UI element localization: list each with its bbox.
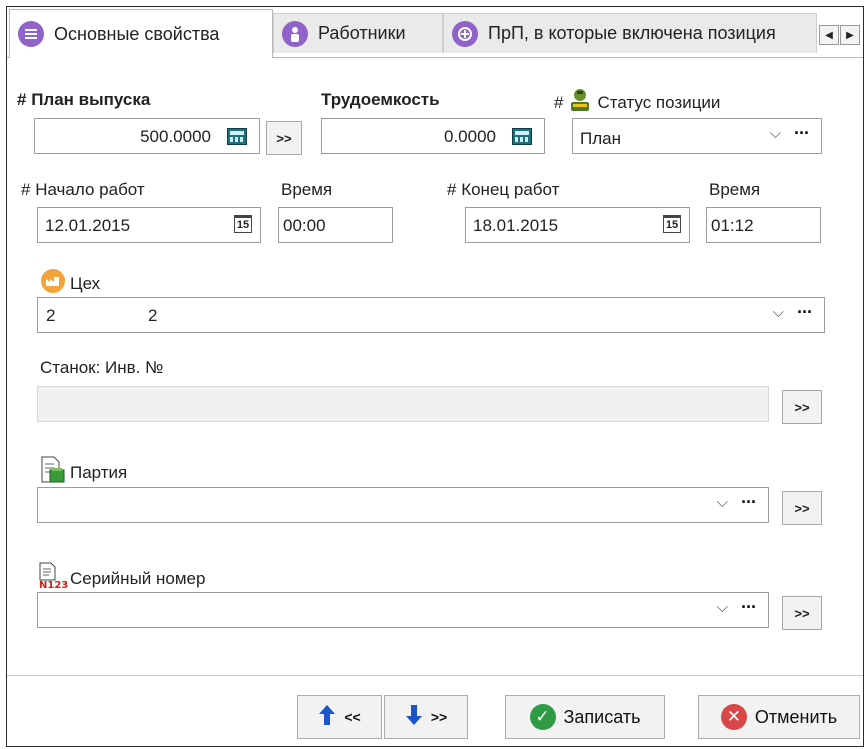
status-label: # Статус позиции bbox=[554, 88, 720, 117]
plan-value: 500.0000 bbox=[140, 127, 211, 146]
end-label-text: Конец работ bbox=[461, 180, 560, 199]
batch-label-text: Партия bbox=[70, 462, 128, 482]
chevron-down-icon[interactable]: ⌵ bbox=[717, 494, 728, 511]
serial-select[interactable]: ⌵ ··· bbox=[37, 592, 769, 628]
start-time-label: Время bbox=[281, 180, 333, 199]
machine-field bbox=[37, 386, 769, 422]
status-label-text: Статус позиции bbox=[597, 92, 721, 112]
next-label: >> bbox=[430, 709, 448, 725]
plan-label: # План выпуска bbox=[17, 90, 150, 110]
required-marker: # bbox=[447, 180, 457, 199]
machine-label: Станок: Инв. № bbox=[40, 358, 164, 377]
tab-bar: Основные свойства Работники ПрП, в котор… bbox=[7, 7, 863, 58]
arrow-down-icon bbox=[405, 704, 423, 731]
calculator-icon[interactable] bbox=[512, 128, 532, 145]
cancel-button[interactable]: ✕ Отменить bbox=[698, 695, 860, 739]
serial-go-button[interactable]: >> bbox=[782, 596, 822, 630]
tab-scroll-right-button[interactable]: ▶ bbox=[840, 25, 860, 45]
machine-go-button[interactable]: >> bbox=[782, 390, 822, 424]
end-time-value: 01:12 bbox=[711, 216, 754, 235]
list-icon bbox=[18, 21, 44, 47]
start-label-text: Начало работ bbox=[35, 180, 145, 199]
calendar-icon[interactable]: 15 bbox=[663, 215, 681, 233]
start-date-field[interactable]: 12.01.2015 15 bbox=[37, 207, 261, 243]
previous-label: << bbox=[344, 709, 361, 725]
chevron-down-icon[interactable]: ⌵ bbox=[773, 304, 784, 321]
check-icon: ✓ bbox=[529, 704, 556, 730]
more-button[interactable]: ··· bbox=[741, 597, 757, 618]
batch-doc-icon bbox=[40, 456, 66, 489]
previous-button[interactable]: << bbox=[297, 695, 382, 739]
batch-label: Партия bbox=[40, 456, 127, 489]
serial-label-text: Серийный номер bbox=[70, 568, 206, 588]
plan-label-text: План выпуска bbox=[31, 90, 151, 109]
cancel-label: Отменить bbox=[754, 706, 838, 727]
workshop-code: 2 bbox=[46, 306, 56, 325]
labor-value: 0.0000 bbox=[444, 127, 496, 146]
svg-text:N123: N123 bbox=[39, 580, 68, 590]
start-date-value: 12.01.2015 bbox=[45, 216, 131, 235]
end-time-field[interactable]: 01:12 bbox=[706, 207, 821, 243]
chevron-down-icon[interactable]: ⌵ bbox=[770, 125, 781, 142]
cancel-icon: ✕ bbox=[720, 704, 747, 730]
status-select[interactable]: План ⌵ ··· bbox=[572, 118, 822, 154]
end-label: # Конец работ bbox=[447, 180, 559, 200]
worker-icon bbox=[569, 88, 591, 117]
more-button[interactable]: ··· bbox=[794, 123, 810, 144]
workshop-label-text: Цех bbox=[70, 273, 101, 293]
more-button[interactable]: ··· bbox=[741, 492, 757, 513]
start-time-field[interactable]: 00:00 bbox=[278, 207, 393, 243]
chevron-down-icon[interactable]: ⌵ bbox=[717, 599, 728, 616]
factory-icon bbox=[40, 268, 66, 299]
serial-label: N123 Серийный номер bbox=[38, 562, 205, 595]
plan-go-button[interactable]: >> bbox=[266, 121, 302, 155]
calculator-icon[interactable] bbox=[227, 128, 247, 145]
start-time-value: 00:00 bbox=[283, 216, 326, 235]
labor-field[interactable]: 0.0000 bbox=[321, 118, 545, 154]
status-value: План bbox=[580, 129, 621, 148]
end-date-field[interactable]: 18.01.2015 15 bbox=[465, 207, 690, 243]
required-marker: # bbox=[17, 90, 27, 109]
tab-workers[interactable]: Работники bbox=[273, 13, 443, 53]
footer-divider bbox=[7, 675, 863, 676]
workshop-name: 2 bbox=[148, 306, 158, 325]
serial-doc-icon: N123 bbox=[38, 562, 68, 595]
start-label: # Начало работ bbox=[21, 180, 145, 200]
end-date-value: 18.01.2015 bbox=[473, 216, 559, 235]
workflow-icon bbox=[452, 20, 478, 47]
workshop-select[interactable]: 2 2 ⌵ ··· bbox=[37, 297, 825, 333]
batch-select[interactable]: ⌵ ··· bbox=[37, 487, 769, 523]
labor-label: Трудоемкость bbox=[321, 90, 440, 109]
tab-scroll-left-button[interactable]: ◀ bbox=[819, 25, 839, 45]
arrow-up-icon bbox=[318, 704, 336, 731]
more-button[interactable]: ··· bbox=[797, 302, 813, 323]
plan-field[interactable]: 500.0000 bbox=[34, 118, 260, 154]
save-button[interactable]: ✓ Записать bbox=[505, 695, 665, 739]
tab-main-properties[interactable]: Основные свойства bbox=[9, 9, 273, 58]
end-time-label: Время bbox=[709, 180, 761, 199]
save-label: Записать bbox=[563, 706, 641, 727]
tab-label: Работники bbox=[318, 23, 406, 43]
required-marker: # bbox=[554, 92, 564, 112]
next-button[interactable]: >> bbox=[384, 695, 468, 739]
calendar-icon[interactable]: 15 bbox=[234, 215, 252, 233]
tab-production-plans[interactable]: ПрП, в которые включена позиция bbox=[443, 13, 817, 53]
workshop-label: Цех bbox=[40, 268, 100, 299]
person-icon bbox=[282, 20, 308, 47]
required-marker: # bbox=[21, 180, 31, 199]
batch-go-button[interactable]: >> bbox=[782, 491, 822, 525]
tab-label: Основные свойства bbox=[54, 23, 220, 44]
tab-label: ПрП, в которые включена позиция bbox=[488, 23, 776, 43]
